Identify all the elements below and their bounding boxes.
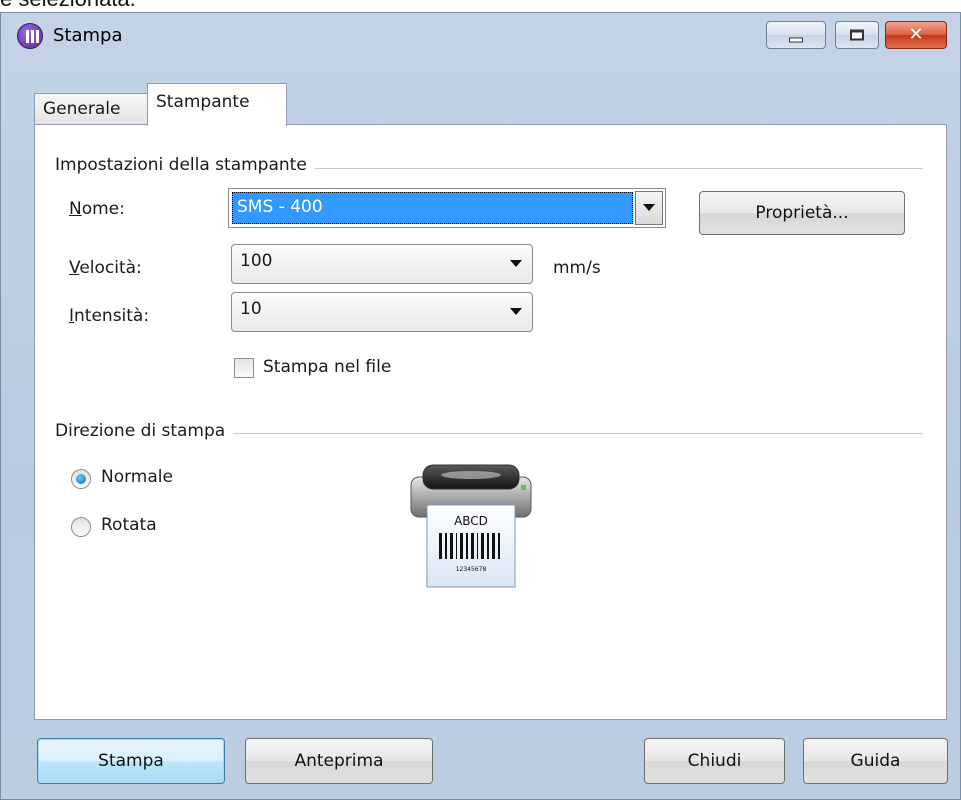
maximize-icon (850, 29, 864, 41)
tab-stampante[interactable]: Stampante (147, 83, 287, 126)
properties-button[interactable]: Proprietà... (699, 191, 905, 235)
printer-name-select[interactable]: SMS - 400 (228, 188, 666, 228)
group-title-print-direction: Direzione di stampa (55, 421, 234, 441)
chevron-down-icon (510, 260, 522, 267)
printer-name-value: SMS - 400 (232, 192, 633, 224)
title-bar[interactable]: Stampa ✕ (1, 13, 960, 63)
chevron-down-icon (643, 204, 655, 211)
close-icon: ✕ (908, 24, 924, 45)
close-button[interactable]: Chiudi (644, 738, 785, 784)
app-icon (17, 23, 43, 49)
chevron-down-icon (510, 308, 522, 315)
window-title: Stampa (53, 25, 123, 46)
printer-icon: ABCD 12345678 (410, 464, 532, 588)
preview-barcode-number: 12345678 (456, 566, 487, 573)
help-button[interactable]: Guida (803, 738, 948, 784)
print-to-file-checkbox[interactable] (234, 358, 254, 378)
print-dialog: Stampa ✕ Generale Stampante Impostazioni… (0, 12, 961, 800)
radio-normale-label[interactable]: Normale (101, 467, 173, 487)
print-button[interactable]: Stampa (37, 738, 225, 784)
radio-normale[interactable] (71, 469, 91, 489)
maximize-button[interactable] (835, 21, 879, 49)
intensity-value: 10 (240, 299, 262, 319)
speed-select[interactable]: 100 (231, 244, 533, 284)
name-label: Nome: (69, 199, 125, 219)
radio-rotata[interactable] (71, 517, 91, 537)
speed-label: Velocità: (69, 258, 142, 278)
minimize-button[interactable] (766, 21, 826, 49)
minimize-icon (789, 37, 803, 43)
speed-value: 100 (240, 251, 273, 271)
caption-text: è selezionata. (0, 0, 136, 12)
close-window-button[interactable]: ✕ (885, 21, 947, 49)
printer-name-dropdown-button[interactable] (635, 191, 663, 225)
intensity-label: Intensità: (69, 306, 150, 326)
tab-generale[interactable]: Generale (34, 93, 150, 125)
tab-panel-stampante: Impostazioni della stampante Nome: SMS -… (34, 124, 947, 720)
preview-text: ABCD (454, 514, 488, 528)
preview-button[interactable]: Anteprima (245, 738, 433, 784)
group-title-printer-settings: Impostazioni della stampante (55, 155, 315, 175)
radio-rotata-label[interactable]: Rotata (101, 515, 157, 535)
print-to-file-label[interactable]: Stampa nel file (263, 357, 391, 377)
speed-unit: mm/s (553, 258, 601, 278)
intensity-select[interactable]: 10 (231, 292, 533, 332)
